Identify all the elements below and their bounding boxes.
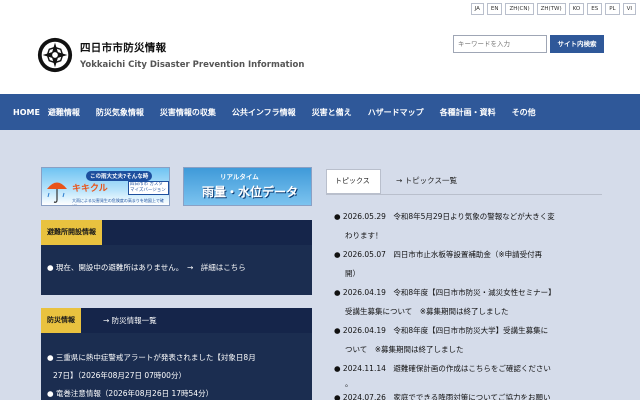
nav-plans[interactable]: 各種計画・資料 bbox=[440, 107, 496, 118]
nav-home[interactable]: HOME bbox=[13, 108, 40, 117]
tab-topics[interactable]: トピックス bbox=[326, 169, 381, 194]
lang-pl-button[interactable]: PL bbox=[605, 3, 620, 15]
evacuation-tag: 避難所開設情報 bbox=[41, 220, 102, 245]
lang-vi-button[interactable]: VI bbox=[622, 3, 636, 15]
lang-zh-cn-button[interactable]: ZH(CN) bbox=[505, 3, 534, 15]
topics-list-link[interactable]: → トピックス一覧 bbox=[396, 169, 457, 194]
nav-weather[interactable]: 防災気象情報 bbox=[96, 107, 144, 118]
site-search-button[interactable]: サイト内検索 bbox=[550, 35, 604, 53]
evacuation-status-link[interactable]: ● 現在、開設中の避難所はありません。 → 詳細はこちら bbox=[47, 258, 246, 277]
evacuation-panel-header: 避難所開設情報 bbox=[41, 220, 312, 245]
lang-es-button[interactable]: ES bbox=[587, 3, 603, 15]
realtime-caption: リアルタイム bbox=[220, 173, 259, 181]
topics-divider bbox=[326, 194, 602, 195]
city-emblem-icon[interactable] bbox=[36, 36, 74, 74]
nav-other[interactable]: その他 bbox=[512, 107, 536, 118]
nav-infrastructure[interactable]: 公共インフラ情報 bbox=[232, 107, 296, 118]
topic-item[interactable]: ● 2026.05.29 令和8年5月29日より気象の警報などが大きく変 bbox=[334, 207, 604, 226]
bosai-item[interactable]: ● 三重県に熱中症警戒アラートが発表されました【対象日8月 bbox=[47, 348, 256, 367]
topic-item[interactable]: ● 2026.04.19 令和8年度【四日市市防災・減災女性セミナー】 bbox=[334, 283, 604, 302]
site-header: JA EN ZH(CN) ZH(TW) KO ES PL VI 四日市市防災情報… bbox=[0, 0, 640, 94]
lang-zh-tw-button[interactable]: ZH(TW) bbox=[536, 3, 566, 15]
bosai-item[interactable]: 27日】（2026年08月27日 07時00分） bbox=[53, 366, 186, 385]
topic-item[interactable]: ● 2024.07.26 家庭でできる降雨対策についてご協力をお願い bbox=[334, 388, 604, 400]
bosai-panel-header: 防災情報 → 防災情報一覧 bbox=[41, 308, 312, 333]
lang-en-button[interactable]: EN bbox=[486, 3, 503, 15]
bosai-tag: 防災情報 bbox=[41, 308, 81, 333]
realtime-title: 雨量・水位データ bbox=[202, 185, 299, 199]
kikikuru-badge: 四日市市 カスタマイズバージョン bbox=[128, 181, 169, 195]
kikikuru-caption: この雨大丈夫?そんな時 bbox=[86, 171, 153, 181]
lang-ko-button[interactable]: KO bbox=[568, 3, 585, 15]
site-title[interactable]: 四日市市防災情報 bbox=[80, 40, 166, 55]
bosai-item[interactable]: ● 竜巻注意情報（2026年08月26日 17時54分） bbox=[47, 384, 213, 400]
kikikuru-title: キキクル bbox=[72, 184, 108, 194]
realtime-data-banner[interactable]: リアルタイム 雨量・水位データ bbox=[183, 167, 312, 206]
evacuation-panel: 避難所開設情報 ● 現在、開設中の避難所はありません。 → 詳細はこちら bbox=[41, 220, 312, 295]
nav-preparedness[interactable]: 災害と備え bbox=[312, 107, 352, 118]
kikikuru-description: 大雨による災害発生の危険度の高まりを地図上で確認! bbox=[72, 198, 164, 205]
topic-item-cont[interactable]: 受講生募集について ※募集期間は終了しました bbox=[345, 302, 615, 321]
nav-hazard-map[interactable]: ハザードマップ bbox=[368, 107, 424, 118]
kikikuru-banner[interactable]: この雨大丈夫?そんな時 キキクル 四日市市 カスタマイズバージョン 大雨による災… bbox=[41, 167, 170, 206]
language-switcher: JA EN ZH(CN) ZH(TW) KO ES PL VI bbox=[470, 3, 636, 15]
topic-item-cont[interactable]: わります！ bbox=[345, 226, 615, 245]
topic-item[interactable]: ● 2026.04.19 令和8年度【四日市市防災大学】受講生募集に bbox=[334, 321, 604, 340]
nav-evacuation[interactable]: 避難情報 bbox=[48, 107, 80, 118]
umbrella-icon bbox=[47, 182, 67, 203]
topic-item[interactable]: ● 2026.05.07 四日市市止水板等設置補助金（※申請受付再 bbox=[334, 245, 604, 264]
search-input[interactable] bbox=[453, 35, 547, 53]
nav-disaster-info[interactable]: 災害情報の収集 bbox=[160, 107, 216, 118]
site-subtitle: Yokkaichi City Disaster Prevention Infor… bbox=[80, 60, 305, 70]
topic-item-cont[interactable]: ついて ※募集期間は終了しました bbox=[345, 340, 615, 359]
topic-item-cont[interactable]: 開） bbox=[345, 264, 615, 283]
lang-ja-button[interactable]: JA bbox=[470, 3, 484, 15]
global-nav: HOME 避難情報 防災気象情報 災害情報の収集 公共インフラ情報 災害と備え … bbox=[0, 94, 640, 130]
bosai-list-link[interactable]: → 防災情報一覧 bbox=[103, 308, 157, 333]
bosai-panel: 防災情報 → 防災情報一覧 ● 三重県に熱中症警戒アラートが発表されました【対象… bbox=[41, 308, 312, 400]
